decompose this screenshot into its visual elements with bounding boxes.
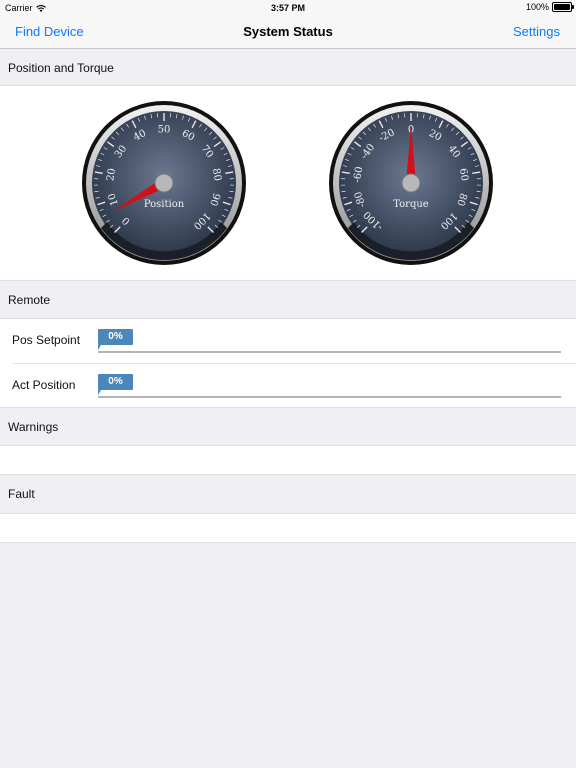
battery-icon [552,2,574,12]
gauge-hub [401,173,421,193]
battery-percent: 100% [525,2,549,12]
act-position-bar [98,396,561,398]
page-title: System Status [243,24,333,39]
status-bar: Carrier 3:57 PM 100% [0,0,576,16]
gauge-minor-tick [94,190,99,193]
gauge-tick-label: 80 [210,168,223,182]
pos-setpoint-row: Pos Setpoint 0% [0,319,576,363]
act-position-row: Act Position 0% [0,364,576,408]
gauge-label: Position [144,199,185,210]
fault-list [0,513,576,543]
act-position-badge: 0% [98,374,133,395]
torque-gauge: -100-80-60-40-20020406080100Torque [329,101,493,265]
warnings-list [0,445,576,475]
position-gauge: 010203040 50 60708090100Position [82,101,246,265]
section-header-position-torque: Position and Torque [8,61,114,75]
pos-setpoint-bar [98,351,561,353]
section-header-remote: Remote [8,293,51,307]
battery-info: 100% [525,2,574,12]
pos-setpoint-badge: 0% [98,329,133,350]
gauge-tick-label: 60 [457,168,470,182]
section-header-warnings: Warnings [8,420,59,434]
gauge-minor-tick [341,190,346,193]
remote-panel: Pos Setpoint 0% Act Position 0% [0,318,576,408]
gauge-hub [154,173,174,193]
gauge-tick-label: 50 [158,125,171,136]
section-header-fault: Fault [8,487,35,501]
gauges-panel: 0 10 20 30 40 50 60 70 80 90 100 Position -100 -80 -6… [0,85,576,281]
act-position-label: Act Position [12,378,76,392]
gauge-label: Torque [393,199,429,210]
gauge-tick-label: 20 [105,168,118,182]
gauge-minor-tick [476,190,481,193]
gauge-minor-tick [229,190,234,193]
clock: 3:57 PM [270,3,305,13]
pos-setpoint-label: Pos Setpoint [12,333,81,347]
settings-button[interactable]: Settings [513,24,560,39]
navigation-bar: Find Device System Status Settings [0,16,576,49]
